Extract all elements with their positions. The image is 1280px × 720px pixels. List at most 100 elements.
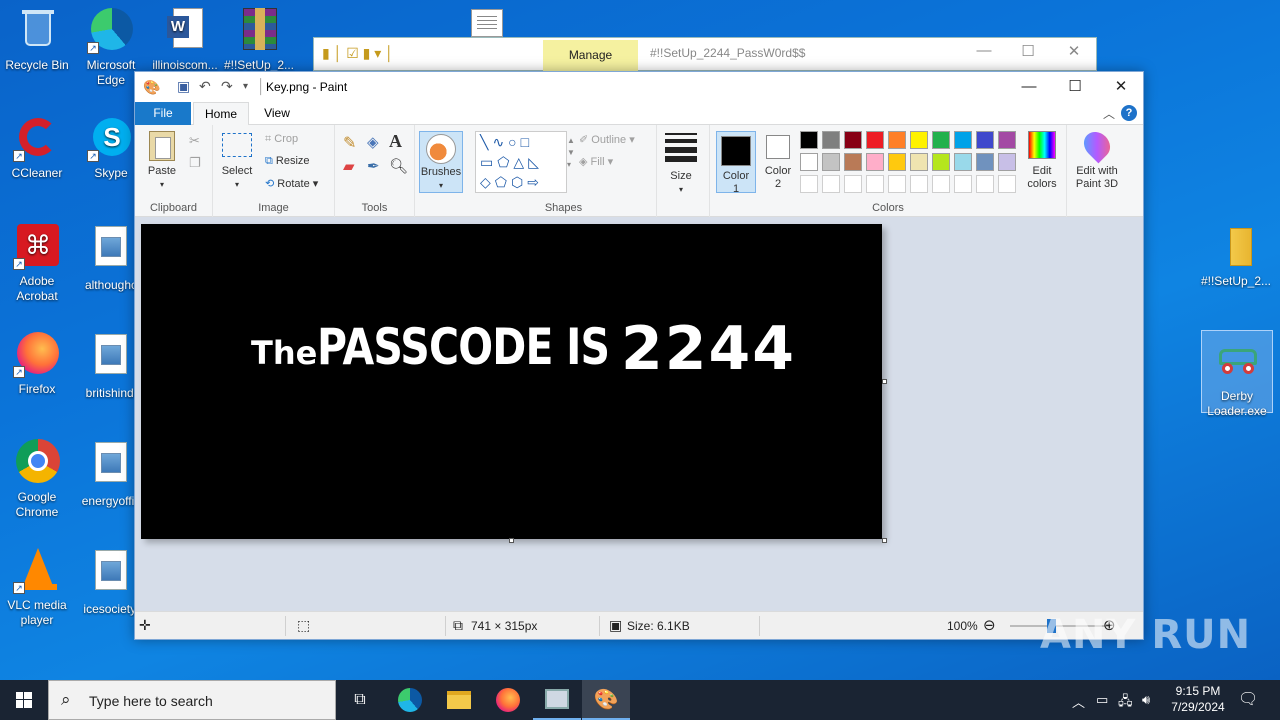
- color-swatch[interactable]: [976, 175, 994, 193]
- desktop-icon-word-doc[interactable]: W illinoiscom...: [148, 6, 222, 73]
- start-button[interactable]: [0, 680, 48, 720]
- polygon-shape-icon[interactable]: ⬠: [497, 154, 513, 170]
- desktop-icon-recycle-bin[interactable]: Recycle Bin: [0, 6, 74, 73]
- fill-bucket-icon[interactable]: ◈: [367, 133, 379, 151]
- color-swatch[interactable]: [844, 131, 862, 149]
- color1-button[interactable]: Color 1: [716, 131, 756, 195]
- tab-manage[interactable]: Manage: [543, 40, 638, 72]
- color-swatch[interactable]: [822, 175, 840, 193]
- rotate-button[interactable]: ⟲ Rotate ▾: [265, 177, 318, 190]
- color2-button[interactable]: Color 2: [760, 135, 796, 191]
- tab-home[interactable]: Home: [193, 102, 249, 126]
- image-canvas[interactable]: The PASSCODE IS 2244: [141, 224, 882, 539]
- close-button[interactable]: ✕: [1054, 42, 1094, 60]
- zoom-out-button[interactable]: ⊖: [983, 616, 996, 634]
- maximize-button[interactable]: ☐: [1008, 42, 1048, 60]
- brushes-button[interactable]: Brushes ▾: [419, 131, 463, 193]
- diamond-shape-icon[interactable]: ◇: [480, 174, 495, 190]
- close-button[interactable]: ✕: [1098, 72, 1144, 102]
- magnifier-icon[interactable]: 🔍︎: [389, 157, 408, 175]
- outline-button[interactable]: ✐ Outline ▾: [579, 133, 635, 146]
- color-swatch[interactable]: [800, 153, 818, 171]
- cut-icon[interactable]: ✂: [189, 133, 200, 149]
- explorer-window[interactable]: ▮ │ ☑ ▮ ▾ │ Manage #!!SetUp_2244_PassW0r…: [313, 37, 1097, 72]
- battery-icon[interactable]: ▭: [1096, 692, 1108, 708]
- tab-view[interactable]: View: [255, 102, 299, 125]
- shapes-gallery[interactable]: ╲∿○□ ▭⬠△◺ ◇⬠⬡⇨: [475, 131, 567, 193]
- color-swatch[interactable]: [932, 131, 950, 149]
- color-swatch[interactable]: [822, 153, 840, 171]
- color-swatch[interactable]: [844, 175, 862, 193]
- color-swatch[interactable]: [888, 175, 906, 193]
- desktop-icon-winrar-archive[interactable]: #!!SetUp_2...: [222, 6, 296, 73]
- save-icon[interactable]: ▣: [177, 78, 190, 95]
- color-swatch[interactable]: [866, 153, 884, 171]
- color-swatch[interactable]: [844, 153, 862, 171]
- taskbar-firefox[interactable]: [484, 680, 532, 720]
- customize-quick-access-icon[interactable]: ▾: [243, 81, 248, 92]
- canvas-area[interactable]: The PASSCODE IS 2244: [135, 217, 1143, 613]
- resize-handle-bottom[interactable]: [509, 538, 514, 543]
- color-swatch[interactable]: [998, 131, 1016, 149]
- undo-icon[interactable]: ↶: [199, 78, 211, 95]
- color-swatch[interactable]: [976, 153, 994, 171]
- color-swatch[interactable]: [800, 175, 818, 193]
- search-box[interactable]: ⌕ Type here to search: [48, 680, 336, 720]
- edit-with-paint3d-button[interactable]: Edit with Paint 3D: [1069, 126, 1125, 191]
- show-hidden-icons[interactable]: ︿: [1072, 692, 1085, 711]
- color-swatch[interactable]: [866, 175, 884, 193]
- color-swatch[interactable]: [800, 131, 818, 149]
- text-icon[interactable]: A: [389, 131, 402, 152]
- color-swatch[interactable]: [954, 153, 972, 171]
- rectangle-shape-icon[interactable]: □: [521, 134, 533, 150]
- rounded-rect-shape-icon[interactable]: ▭: [480, 154, 497, 170]
- volume-icon[interactable]: 🔊︎: [1142, 692, 1150, 708]
- tab-file[interactable]: File: [135, 102, 191, 125]
- paste-button[interactable]: Paste ▾: [143, 131, 181, 191]
- fill-button[interactable]: ◈ Fill ▾: [579, 155, 613, 168]
- color-swatch[interactable]: [910, 153, 928, 171]
- color-swatch[interactable]: [932, 175, 950, 193]
- notification-icon[interactable]: 🗨: [1238, 689, 1258, 709]
- collapse-ribbon-icon[interactable]: ︿: [1103, 105, 1115, 122]
- hexagon-shape-icon[interactable]: ⬡: [511, 174, 527, 190]
- color-swatch[interactable]: [998, 175, 1016, 193]
- color-swatch[interactable]: [910, 175, 928, 193]
- right-triangle-shape-icon[interactable]: ◺: [528, 154, 543, 170]
- help-icon[interactable]: ?: [1121, 105, 1137, 121]
- resize-button[interactable]: ⧉ Resize: [265, 155, 310, 168]
- taskbar-edge[interactable]: [386, 680, 434, 720]
- desktop-icon-derby-loader[interactable]: Derby Loader.exe: [1201, 330, 1273, 418]
- color-swatch[interactable]: [888, 153, 906, 171]
- color-swatch[interactable]: [932, 153, 950, 171]
- desktop-icon-setup-folder[interactable]: #!!SetUp_2...: [1199, 222, 1273, 289]
- color-swatch[interactable]: [888, 131, 906, 149]
- title-bar[interactable]: 🎨 ▣ ↶ ↷ ▾ │ Key.png - Paint — ☐ ✕: [135, 72, 1143, 102]
- oval-shape-icon[interactable]: ○: [508, 134, 520, 150]
- edit-colors-button[interactable]: Edit colors: [1020, 131, 1064, 191]
- line-shape-icon[interactable]: ╲: [480, 134, 492, 150]
- color-swatch[interactable]: [822, 131, 840, 149]
- curve-shape-icon[interactable]: ∿: [492, 134, 508, 150]
- taskbar-file-explorer[interactable]: [435, 680, 483, 720]
- desktop-icon-adobe-acrobat[interactable]: ⌘ ↗ Adobe Acrobat: [0, 222, 74, 304]
- arrow-shape-icon[interactable]: ⇨: [527, 174, 543, 190]
- crop-button[interactable]: ⌗ Crop: [265, 133, 298, 146]
- desktop-icon-vlc[interactable]: ↗ VLC media player: [0, 546, 74, 628]
- taskbar-app[interactable]: [533, 680, 581, 720]
- desktop-icon-google-chrome[interactable]: Google Chrome: [0, 438, 74, 520]
- pencil-icon[interactable]: ✎: [343, 133, 356, 153]
- minimize-button[interactable]: —: [964, 42, 1004, 59]
- desktop-icon-firefox[interactable]: ↗ Firefox: [0, 330, 74, 397]
- taskbar-paint[interactable]: 🎨: [582, 680, 630, 720]
- pentagon-shape-icon[interactable]: ⬠: [495, 174, 511, 190]
- minimize-button[interactable]: —: [1006, 72, 1052, 102]
- color-picker-icon[interactable]: ✒: [367, 157, 380, 175]
- color-swatch[interactable]: [998, 153, 1016, 171]
- color-swatch[interactable]: [910, 131, 928, 149]
- color-swatch[interactable]: [976, 131, 994, 149]
- triangle-shape-icon[interactable]: △: [513, 154, 528, 170]
- resize-handle-right[interactable]: [882, 379, 887, 384]
- resize-handle-corner[interactable]: [882, 538, 887, 543]
- size-button[interactable]: Size ▾: [661, 131, 701, 196]
